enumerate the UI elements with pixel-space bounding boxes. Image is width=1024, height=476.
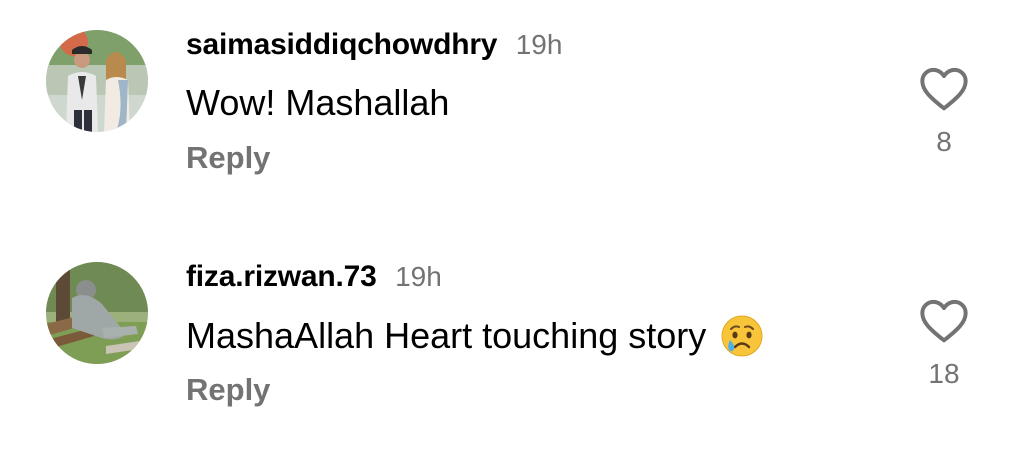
crying-face-emoji-icon (721, 315, 763, 357)
username[interactable]: saimasiddiqchowdhry (186, 28, 497, 61)
like-group: 8 (912, 66, 976, 158)
like-group: 18 (912, 298, 976, 390)
like-count: 18 (928, 358, 960, 389)
heart-outline-icon[interactable] (919, 298, 969, 344)
comment-header: saimasiddiqchowdhry 19h (186, 28, 562, 62)
comment-header: fiza.rizwan.73 19h (186, 260, 442, 294)
comment-body: MashaAllah Heart touching story (186, 315, 707, 356)
comment-body: Wow! Mashallah (186, 82, 450, 123)
avatar[interactable] (46, 30, 148, 132)
reply-button[interactable]: Reply (186, 140, 270, 176)
username[interactable]: fiza.rizwan.73 (186, 260, 377, 293)
like-count: 8 (936, 126, 952, 157)
comment-item: fiza.rizwan.73 19h MashaAllah Heart touc… (0, 252, 1024, 452)
reply-button[interactable]: Reply (186, 372, 270, 408)
avatar-photo-icon (46, 30, 148, 132)
timestamp: 19h (515, 29, 563, 60)
timestamp: 19h (395, 261, 442, 292)
comment-item: saimasiddiqchowdhry 19h Wow! Mashallah R… (0, 20, 1024, 220)
comment-text: MashaAllah Heart touching story (186, 314, 764, 358)
avatar-photo-icon (46, 262, 148, 364)
heart-outline-icon[interactable] (919, 66, 969, 112)
comment-text: Wow! Mashallah (186, 82, 449, 124)
avatar[interactable] (46, 262, 148, 364)
